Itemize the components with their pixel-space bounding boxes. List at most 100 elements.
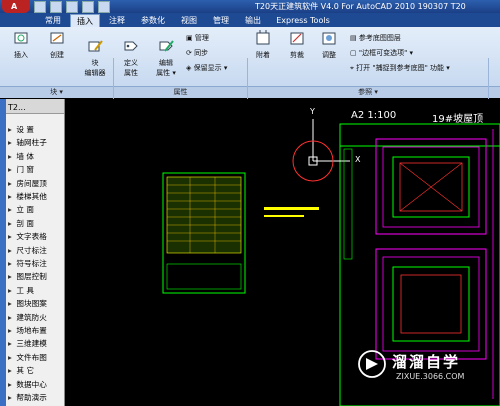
lower-plan-ridge bbox=[400, 274, 462, 334]
clip-label: 剪裁 bbox=[290, 51, 304, 59]
note-line bbox=[264, 207, 319, 210]
insert-block-label: 插入 bbox=[14, 51, 28, 59]
adjust-button[interactable]: 调整 bbox=[316, 30, 342, 60]
edit-tag-icon bbox=[159, 40, 174, 52]
expand-arrow-icon: ▸ bbox=[8, 245, 12, 255]
tab-annotate[interactable]: 注释 bbox=[104, 14, 130, 27]
palette-item[interactable]: ▸ 三维建模 bbox=[8, 338, 47, 349]
palette-item[interactable]: ▸ 建筑防火 bbox=[8, 312, 47, 323]
palette-item-label: 房间屋顶 bbox=[16, 178, 47, 188]
open-file-icon[interactable] bbox=[50, 1, 62, 13]
palette-item-label: 数据中心 bbox=[16, 379, 47, 389]
palette-item[interactable]: ▸ 符号标注 bbox=[8, 258, 47, 269]
palette-item[interactable]: ▸ 楼梯其他 bbox=[8, 191, 47, 202]
palette-item[interactable]: ▸ 轴网柱子 bbox=[8, 137, 47, 148]
watermark-play-icon bbox=[366, 358, 378, 370]
layers-icon: ▤ bbox=[350, 34, 359, 42]
palette-item[interactable]: ▸ 文件布图 bbox=[8, 352, 47, 363]
create-block-button[interactable]: 创建 bbox=[44, 30, 70, 60]
palette-item-label: 文字表格 bbox=[16, 232, 47, 242]
tab-output[interactable]: 输出 bbox=[240, 14, 266, 27]
palette-item[interactable]: ▸ 帮助演示 bbox=[8, 392, 47, 403]
undo-icon[interactable] bbox=[82, 1, 94, 13]
palette-item[interactable]: ▸ 墙 体 bbox=[8, 151, 34, 162]
manage-icon: ▣ bbox=[186, 34, 195, 42]
lower-plan-inner bbox=[382, 256, 480, 352]
table-block bbox=[166, 176, 242, 254]
insert-block-button[interactable]: 插入 bbox=[8, 30, 34, 60]
attach-icon bbox=[256, 30, 270, 45]
block-panel-title[interactable]: 块 ▾ bbox=[0, 86, 113, 98]
expand-arrow-icon: ▸ bbox=[8, 138, 12, 148]
expand-arrow-icon: ▸ bbox=[8, 165, 12, 175]
panel-title-overflow bbox=[489, 86, 500, 98]
palette-item[interactable]: ▸ 文字表格 bbox=[8, 231, 47, 242]
palette-item-label: 墙 体 bbox=[16, 151, 35, 161]
new-file-icon[interactable] bbox=[34, 1, 46, 13]
autocad-logo-icon: A bbox=[11, 2, 18, 11]
palette-item-label: 门 窗 bbox=[16, 165, 35, 175]
sync-icon: ⟳ bbox=[186, 49, 195, 57]
save-icon[interactable] bbox=[66, 1, 78, 13]
palette-item[interactable]: ▸ 其 它 bbox=[8, 365, 34, 376]
expand-arrow-icon: ▸ bbox=[8, 326, 12, 335]
define-attribute-button[interactable]: 定义 属性 bbox=[116, 30, 146, 86]
reference-panel-title[interactable]: 参照 ▾ bbox=[248, 86, 488, 98]
tab-home[interactable]: 常用 bbox=[40, 14, 66, 27]
retain-display-button[interactable]: ◈ 保留显示 ▾ bbox=[186, 63, 227, 73]
application-menu-button[interactable]: A bbox=[2, 0, 30, 13]
tab-express-tools[interactable]: Express Tools bbox=[272, 14, 334, 27]
frame-options-dropdown[interactable]: ▢ "边框可变选项" ▾ bbox=[350, 48, 413, 58]
block-editor-button[interactable]: 块 编辑器 bbox=[80, 30, 110, 86]
palette-item-label: 文件布图 bbox=[16, 352, 47, 362]
palette-item[interactable]: ▸ 房间屋顶 bbox=[8, 178, 47, 189]
note-line bbox=[264, 215, 304, 217]
title-block-stamp bbox=[166, 263, 242, 290]
ribbon-panel-area: 插入 创建 块 编辑器 定义 属性 编辑 属性 ▾ ▣ 管理 ⟳ 同步 ◈ 保留… bbox=[0, 27, 500, 110]
insert-block-icon bbox=[14, 32, 28, 44]
clip-icon bbox=[290, 32, 304, 45]
tab-manage[interactable]: 管理 bbox=[208, 14, 234, 27]
adjust-label: 调整 bbox=[322, 51, 336, 59]
edit-attribute-label: 编辑 属性 ▾ bbox=[156, 59, 176, 77]
expand-arrow-icon: ▸ bbox=[8, 151, 12, 161]
palette-grip-strip[interactable] bbox=[0, 99, 6, 406]
quick-access-toolbar bbox=[34, 1, 110, 13]
underlay-layers-button[interactable]: ▤ 参考底图图层 bbox=[350, 33, 401, 43]
palette-title: T2... bbox=[8, 103, 26, 112]
attach-button[interactable]: 附着 bbox=[250, 30, 276, 60]
define-attribute-label: 定义 属性 bbox=[124, 59, 138, 77]
palette-item[interactable]: ▸ 场地布置 bbox=[8, 325, 47, 336]
tab-insert[interactable]: 插入 bbox=[70, 14, 100, 28]
palette-item[interactable]: ▸ 剖 面 bbox=[8, 218, 34, 229]
palette-item-label: 三维建模 bbox=[16, 339, 47, 349]
edit-attribute-button[interactable]: 编辑 属性 ▾ bbox=[150, 30, 182, 86]
palette-item[interactable]: ▸ 工 具 bbox=[8, 285, 34, 296]
block-editor-label: 块 编辑器 bbox=[84, 59, 106, 77]
tab-view[interactable]: 视图 bbox=[176, 14, 202, 27]
palette-item-label: 图块图案 bbox=[16, 299, 47, 309]
snap-underlay-dropdown[interactable]: ⌖ 打开 "捕捉到参考底图" 功能 ▾ bbox=[350, 63, 450, 73]
expand-arrow-icon: ▸ bbox=[8, 192, 12, 201]
palette-item[interactable]: ▸ 数据中心 bbox=[8, 379, 47, 390]
redo-icon[interactable] bbox=[98, 1, 110, 13]
sync-attributes-button[interactable]: ⟳ 同步 bbox=[186, 48, 208, 58]
ucs-x-label: X bbox=[355, 155, 361, 164]
palette-item[interactable]: ▸ 设 置 bbox=[8, 124, 34, 135]
palette-item[interactable]: ▸ 尺寸标注 bbox=[8, 245, 47, 256]
palette-item-label: 剖 面 bbox=[16, 218, 35, 228]
manage-attributes-button[interactable]: ▣ 管理 bbox=[186, 33, 209, 43]
expand-arrow-icon: ▸ bbox=[8, 339, 12, 349]
block-editor-icon bbox=[88, 40, 103, 52]
palette-item[interactable]: ▸ 图层控制 bbox=[8, 271, 47, 282]
clip-button[interactable]: 剪裁 bbox=[284, 30, 310, 60]
palette-item[interactable]: ▸ 门 窗 bbox=[8, 164, 34, 175]
expand-arrow-icon: ▸ bbox=[8, 285, 12, 295]
tab-parametric[interactable]: 参数化 bbox=[136, 14, 170, 27]
palette-item-label: 设 置 bbox=[16, 125, 35, 134]
sheet-scale-label: A2 1:100 bbox=[351, 110, 397, 121]
attach-label: 附着 bbox=[256, 51, 270, 59]
palette-item[interactable]: ▸ 图块图案 bbox=[8, 298, 47, 309]
palette-item[interactable]: ▸ 立 面 bbox=[8, 204, 34, 215]
create-block-icon bbox=[50, 32, 64, 44]
